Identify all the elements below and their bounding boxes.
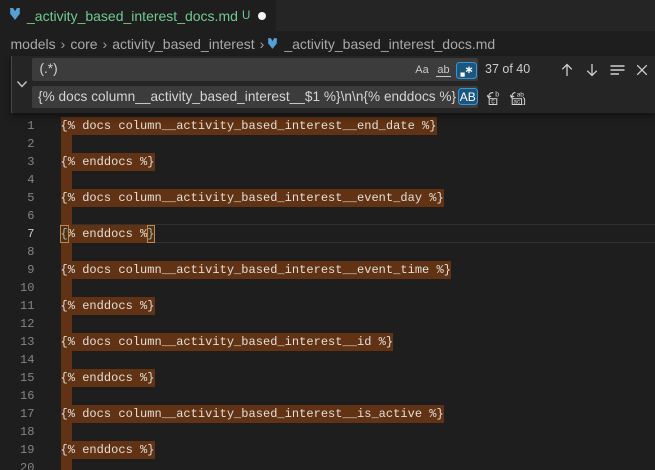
svg-text:ab: ab (516, 91, 524, 98)
svg-text:c: c (491, 98, 495, 104)
svg-text:b: b (495, 91, 499, 98)
svg-text:ac: ac (513, 98, 521, 104)
